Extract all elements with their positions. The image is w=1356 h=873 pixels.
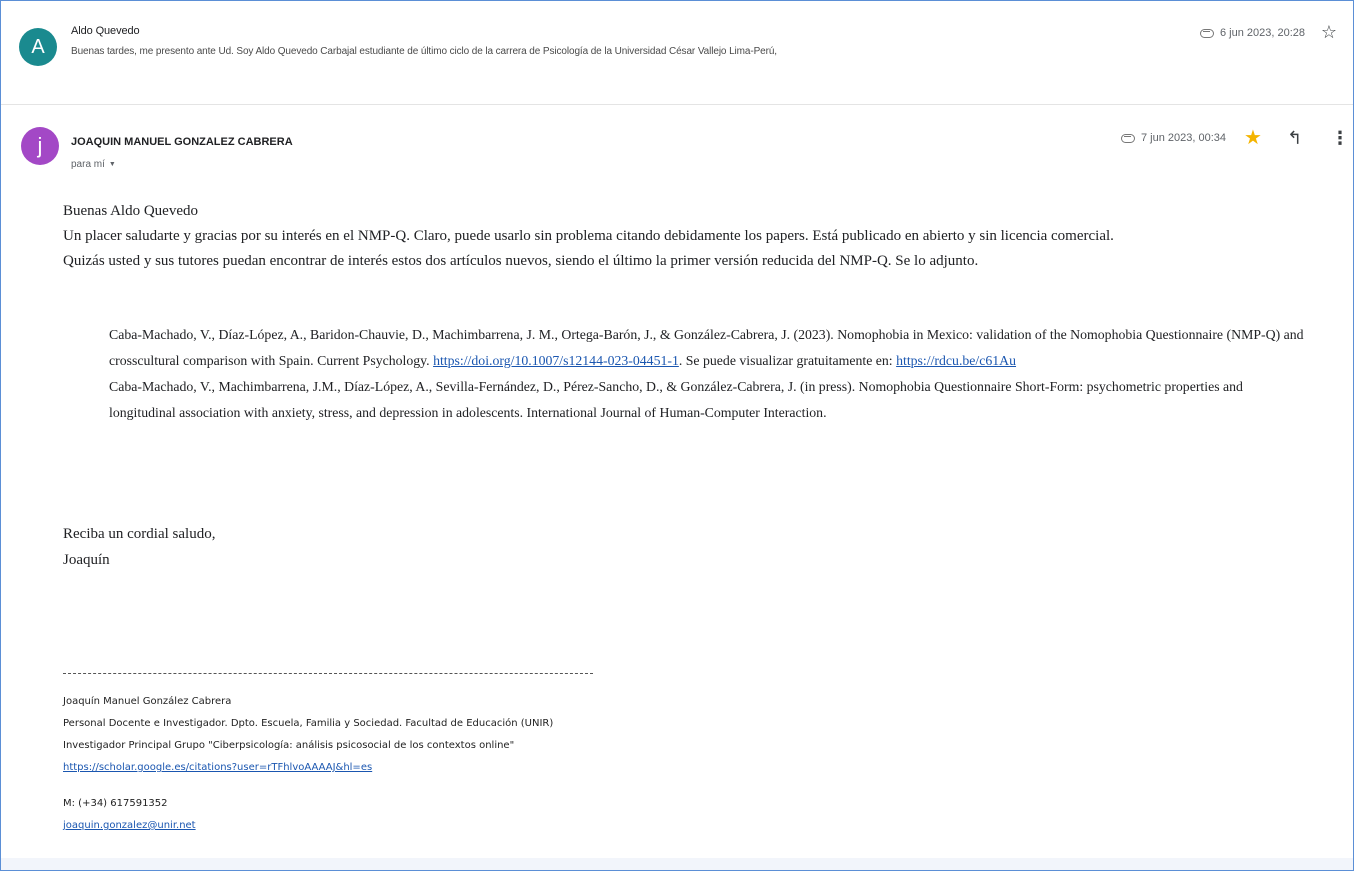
signature-name: Joaquín Manuel González Cabrera — [63, 696, 232, 707]
avatar-letter: A — [31, 35, 45, 58]
closing: Reciba un cordial saludo, Joaquín — [63, 521, 215, 573]
more-vertical-icon[interactable]: ⋮ — [1331, 129, 1349, 147]
avatar-letter: j — [37, 133, 43, 158]
sender-name: Aldo Quevedo — [71, 25, 140, 37]
attachment-icon — [1199, 28, 1214, 38]
signature-divider — [63, 673, 593, 674]
chevron-down-icon: ▼ — [108, 161, 116, 168]
collapsed-message[interactable]: A Aldo Quevedo Buenas tardes, me present… — [1, 1, 1353, 105]
references-block: Caba-Machado, V., Díaz-López, A., Barido… — [109, 322, 1309, 426]
reference-item: Caba-Machado, V., Díaz-López, A., Barido… — [109, 322, 1309, 374]
body-paragraph: Un placer saludarte y gracias por su int… — [63, 228, 1114, 244]
message-body: Buenas Aldo Quevedo Un placer saludarte … — [63, 199, 1333, 274]
star-filled-icon[interactable]: ★ — [1244, 128, 1262, 148]
body-paragraph: Quizás usted y sus tutores puedan encont… — [63, 253, 979, 269]
closing-line: Reciba un cordial saludo, — [63, 526, 216, 542]
reference-text: . Se puede visualizar gratuitamente en: — [678, 353, 897, 368]
sender-avatar: j — [21, 127, 59, 165]
reference-item: Caba-Machado, V., Machimbarrena, J.M., D… — [109, 379, 1243, 420]
closing-name: Joaquín — [63, 552, 110, 568]
doi-link[interactable]: https://doi.org/10.1007/s12144-023-04451… — [433, 353, 679, 368]
greeting: Buenas Aldo Quevedo — [63, 203, 198, 219]
reply-icon[interactable]: ↰ — [1287, 129, 1302, 147]
scholar-link[interactable]: https://scholar.google.es/citations?user… — [63, 762, 372, 773]
recipient-label: para mí — [71, 159, 105, 170]
message-date-row: 7 jun 2023, 00:34 — [1121, 132, 1226, 144]
signature-role: Personal Docente e Investigador. Dpto. E… — [63, 718, 554, 729]
signature-phone: M: (+34) 617591352 — [63, 798, 168, 809]
message-date-row: 6 jun 2023, 20:28 — [1199, 27, 1305, 39]
email-link[interactable]: joaquin.gonzalez@unir.net — [63, 820, 196, 831]
free-view-link[interactable]: https://rdcu.be/c61Au — [896, 353, 1016, 368]
message-snippet: Buenas tardes, me presento ante Ud. Soy … — [71, 46, 777, 57]
email-thread-frame: A Aldo Quevedo Buenas tardes, me present… — [0, 0, 1354, 871]
signature: Joaquín Manuel González Cabrera Personal… — [63, 691, 553, 837]
recipient-details-toggle[interactable]: para mí ▼ — [71, 159, 116, 170]
star-outline-icon[interactable]: ☆ — [1321, 23, 1337, 41]
attachment-icon — [1121, 133, 1135, 143]
signature-group: Investigador Principal Grupo "Ciberpsico… — [63, 740, 515, 751]
sender-avatar: A — [19, 28, 57, 66]
message-date: 7 jun 2023, 00:34 — [1141, 132, 1227, 144]
signature-spacer — [63, 779, 553, 793]
sender-name: JOAQUIN MANUEL GONZALEZ CABRERA — [71, 136, 293, 148]
bottom-strip — [1, 858, 1353, 870]
message-date: 6 jun 2023, 20:28 — [1219, 27, 1305, 39]
